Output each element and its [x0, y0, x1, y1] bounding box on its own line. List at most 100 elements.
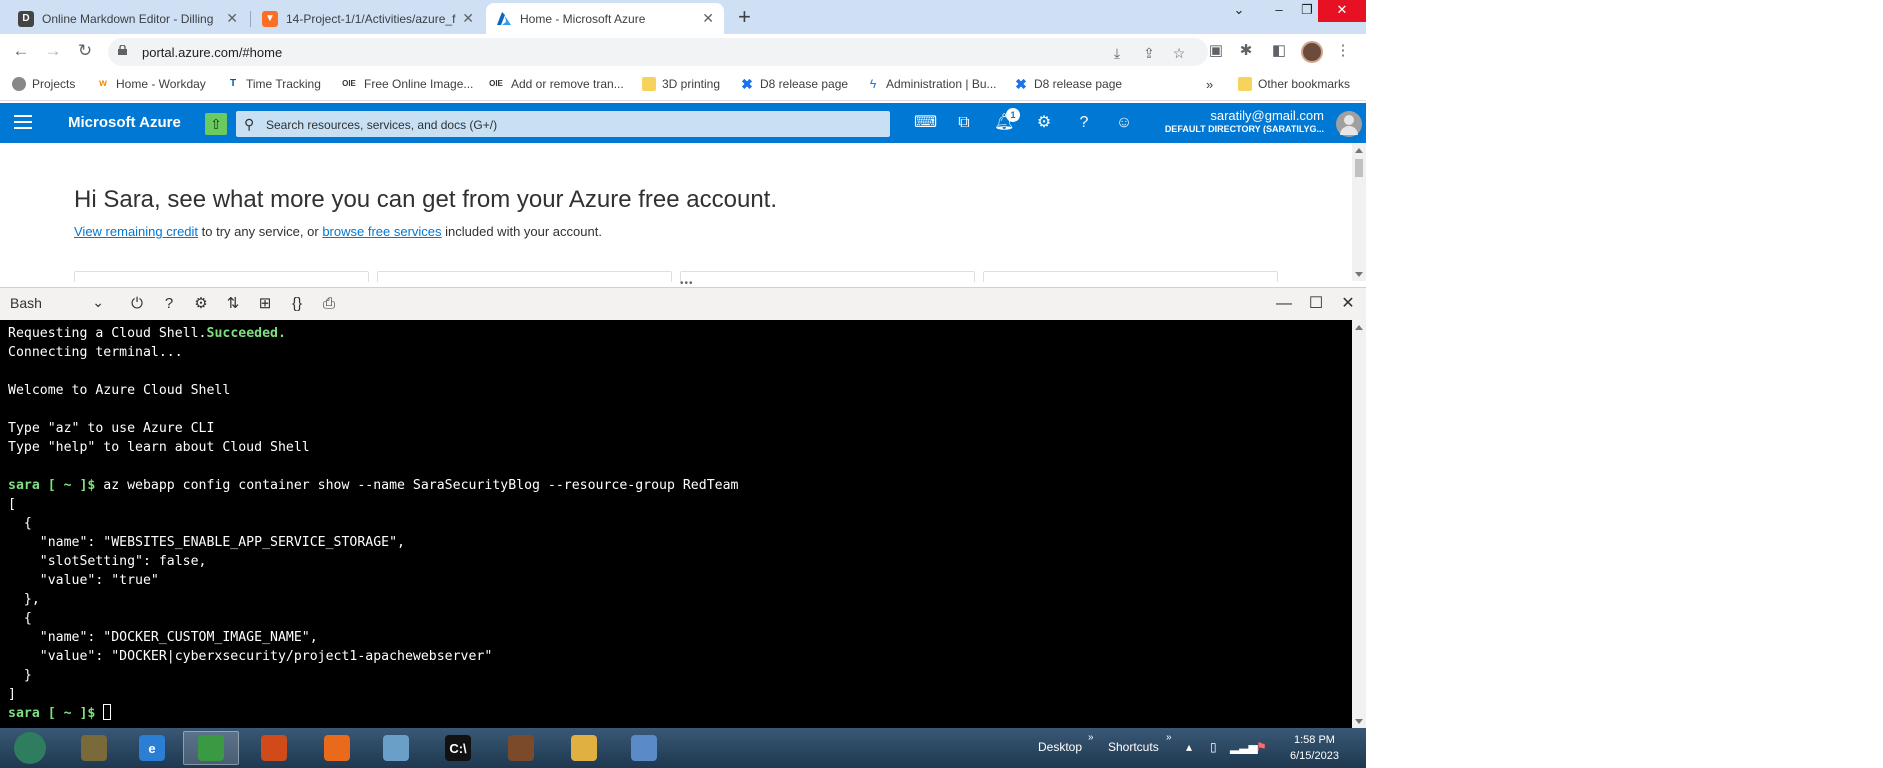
new-tab-button[interactable]: + [738, 5, 751, 29]
address-bar-row: ← → ↻ portal.azure.com/#home ⤓ ⇪ ☆ ▣ ✱ ◧… [0, 34, 1366, 70]
other-bookmarks[interactable]: Other bookmarks [1238, 77, 1350, 91]
azure-header: Microsoft Azure ⇧ ⚲ ⌨ ⧉ 🔔︎ 1 ⚙ ? ☺ sarat… [0, 103, 1366, 143]
azure-search[interactable]: ⚲ [236, 111, 890, 137]
settings-gear-icon[interactable]: ⚙ [1034, 113, 1054, 133]
shortcuts-toolbar[interactable]: Shortcuts [1108, 740, 1159, 754]
reload-icon[interactable]: ↻ [74, 41, 96, 61]
close-window-button[interactable]: ✕ [1318, 0, 1366, 22]
search-input[interactable] [264, 114, 868, 136]
settings-gear-icon[interactable]: ⚙ [192, 295, 210, 313]
user-account[interactable]: saratily@gmail.com DEFAULT DIRECTORY (SA… [1165, 108, 1324, 134]
offer-card[interactable] [74, 271, 369, 282]
directory-filter-icon[interactable]: ⧉ [954, 113, 974, 133]
firefox-icon [324, 735, 350, 761]
bookmark-free-online-image[interactable]: OIE Free Online Image... [340, 77, 473, 91]
install-app-icon[interactable]: ⤓ [1110, 46, 1124, 60]
share-icon[interactable]: ⇪ [1142, 46, 1156, 60]
upgrade-icon[interactable]: ⇧ [205, 113, 227, 135]
bookmark-administration[interactable]: ϟ Administration | Bu... [866, 77, 997, 91]
offer-card[interactable] [983, 271, 1278, 282]
bookmark-add-remove[interactable]: OIE Add or remove tran... [487, 77, 624, 91]
bookmark-d8-release-2[interactable]: ✖ D8 release page [1014, 77, 1122, 91]
tb-app-chrome[interactable] [183, 731, 239, 765]
network-warning-icon[interactable]: ⚑ [1256, 740, 1267, 754]
drupal-icon: ✖ [1015, 76, 1027, 92]
web-preview-icon[interactable]: ⎙ [320, 295, 338, 313]
url-text[interactable]: portal.azure.com/#home [142, 45, 282, 60]
scrollbar-thumb[interactable] [1355, 159, 1363, 177]
tb-app-media[interactable] [493, 731, 549, 765]
windows-taskbar: Desktop » Shortcuts » ▴ ▯ ▂▃▅ ⚑ 1:58 PM … [0, 728, 1366, 768]
start-button[interactable] [2, 731, 58, 765]
tab-search-dropdown-icon[interactable]: ⌄ [1222, 0, 1256, 22]
offer-card[interactable] [680, 271, 975, 282]
new-session-icon[interactable]: ⊞ [256, 295, 274, 313]
maximize-shell-icon[interactable]: ☐ [1306, 294, 1326, 314]
bookmark-time-tracking[interactable]: T Time Tracking [226, 77, 321, 91]
bookmark-star-icon[interactable]: ☆ [1172, 46, 1186, 60]
omnibox[interactable]: portal.azure.com/#home ⤓ ⇪ ☆ [108, 38, 1208, 66]
minimize-shell-icon[interactable]: — [1274, 294, 1294, 314]
tab-gitlab-project[interactable]: ▼ 14-Project-1/1/Activities/azure_f ✕ [252, 3, 484, 34]
avatar[interactable] [1336, 111, 1362, 137]
extensions-puzzle-icon[interactable]: ✱ [1237, 43, 1255, 59]
help-icon[interactable]: ? [160, 295, 178, 313]
portal-scrollbar[interactable] [1352, 143, 1366, 281]
back-arrow-icon[interactable]: ← [10, 41, 32, 61]
signal-icon[interactable]: ▂▃▅ [1230, 740, 1258, 754]
terminal-text: }, [8, 592, 40, 607]
feedback-icon[interactable]: ☺ [1114, 113, 1134, 133]
toolbar-expand-icon[interactable]: » [1166, 732, 1172, 743]
tab-markdown-editor[interactable]: D Online Markdown Editor - Dilling ✕ [8, 3, 248, 34]
menu-kebab-icon[interactable]: ⋮ [1334, 43, 1352, 59]
view-remaining-credit-link[interactable]: View remaining credit [74, 224, 198, 239]
paint-icon [631, 735, 657, 761]
editor-braces-icon[interactable]: {} [288, 295, 306, 313]
bookmarks-overflow-button[interactable]: » [1206, 77, 1213, 92]
tb-app-office[interactable] [246, 731, 302, 765]
terminal-scrollbar[interactable] [1352, 320, 1366, 728]
portal-menu-icon[interactable] [14, 115, 32, 129]
cloud-shell-icon[interactable]: ⌨ [914, 113, 937, 133]
help-icon[interactable]: ? [1074, 113, 1094, 133]
terminal[interactable]: Requesting a Cloud Shell.Succeeded. Conne… [0, 320, 1352, 728]
tb-app-explorer[interactable] [556, 731, 612, 765]
upload-download-icon[interactable]: ⇅ [224, 295, 242, 313]
browse-free-services-link[interactable]: browse free services [322, 224, 441, 239]
desktop-toolbar[interactable]: Desktop [1038, 740, 1082, 754]
github-icon [12, 77, 26, 91]
system-clock[interactable]: 1:58 PM 6/15/2023 [1290, 732, 1339, 764]
dillinger-icon: D [18, 10, 34, 27]
restart-power-icon[interactable]: ⏻ [128, 295, 146, 313]
close-tab-icon[interactable]: ✕ [702, 10, 714, 27]
tray-overflow-icon[interactable]: ▴ [1186, 740, 1192, 754]
battery-icon[interactable]: ▯ [1210, 740, 1217, 754]
tb-app-firefox[interactable] [309, 731, 365, 765]
close-tab-icon[interactable]: ✕ [226, 10, 238, 27]
forward-arrow-icon[interactable]: → [42, 41, 64, 61]
extension-tile-icon[interactable]: ▣ [1207, 43, 1225, 59]
tb-app-cmd[interactable]: C:\ [430, 731, 486, 765]
bookmark-workday[interactable]: w Home - Workday [96, 77, 206, 91]
bookmark-3d-printing[interactable]: 3D printing [642, 77, 720, 91]
tab-azure-home[interactable]: Home - Microsoft Azure ✕ [486, 3, 724, 34]
bookmark-label: Add or remove tran... [511, 77, 624, 91]
side-panel-icon[interactable]: ◧ [1270, 43, 1288, 59]
tb-app-ie[interactable]: e [124, 731, 180, 765]
tb-app-paint[interactable] [616, 731, 672, 765]
timetracking-icon: T [229, 78, 237, 89]
shell-type-select[interactable]: Bash ⌄ [10, 294, 106, 315]
cloud-shell-toolbar: Bash ⌄ ⏻ ? ⚙ ⇅ ⊞ {} ⎙ — ☐ ✕ [0, 287, 1366, 321]
tb-app-notepad[interactable] [368, 731, 424, 765]
close-shell-icon[interactable]: ✕ [1338, 294, 1358, 314]
start-button-icon [14, 732, 46, 764]
azure-brand[interactable]: Microsoft Azure [68, 114, 181, 131]
bookmark-d8-release[interactable]: ✖ D8 release page [740, 77, 848, 91]
toolbar-expand-icon[interactable]: » [1088, 732, 1094, 743]
close-tab-icon[interactable]: ✕ [462, 10, 474, 27]
bookmark-projects[interactable]: Projects [12, 77, 75, 91]
offer-card[interactable] [377, 271, 672, 282]
profile-avatar[interactable] [1301, 41, 1323, 63]
tb-app-library[interactable] [66, 731, 122, 765]
prompt-text: sara [ ~ ]$ [8, 706, 96, 721]
